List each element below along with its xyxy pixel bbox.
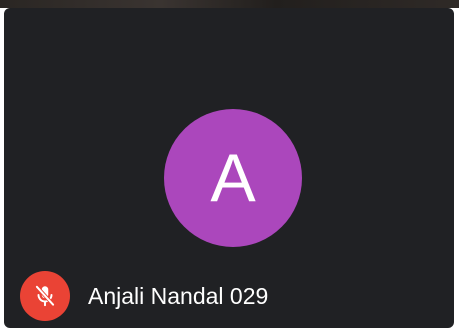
mic-off-icon: [35, 284, 55, 307]
video-area: A Anjali Nandal 029: [4, 8, 454, 328]
name-bar: Anjali Nandal 029: [20, 271, 268, 321]
participant-name: Anjali Nandal 029: [88, 282, 269, 309]
avatar: A: [164, 109, 302, 247]
mic-status-badge: [20, 271, 70, 321]
avatar-initial: A: [210, 140, 256, 216]
participant-tile: A Anjali Nandal 029: [0, 0, 459, 331]
video-strip: [0, 0, 459, 8]
